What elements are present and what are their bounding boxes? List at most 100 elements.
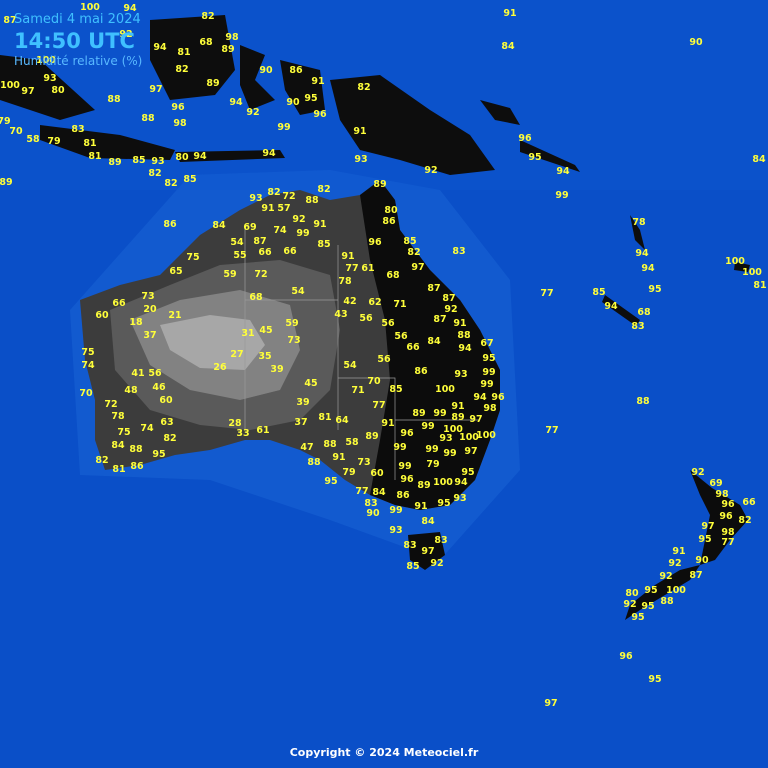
station-humidity-value: 71 [393,299,406,310]
station-humidity-value: 63 [160,417,173,428]
station-humidity-value: 96 [491,392,505,403]
copyright-label: Copyright © 2024 Meteociel.fr [289,746,479,759]
station-humidity-value: 94 [641,263,655,274]
station-humidity-value: 97 [464,446,477,457]
station-humidity-value: 60 [95,310,109,321]
station-humidity-value: 91 [313,219,326,230]
station-humidity-value: 99 [421,421,434,432]
station-humidity-value: 84 [752,154,766,165]
station-humidity-value: 58 [26,134,40,145]
station-humidity-value: 66 [112,298,126,309]
station-humidity-value: 83 [403,540,416,551]
station-humidity-value: 83 [71,124,84,135]
station-humidity-value: 79 [47,136,60,147]
station-humidity-value: 83 [631,321,644,332]
station-humidity-value: 89 [365,431,378,442]
station-humidity-value: 96 [719,511,733,522]
station-humidity-value: 91 [341,251,354,262]
station-humidity-value: 96 [171,102,185,113]
station-humidity-value: 54 [230,237,244,248]
station-humidity-value: 96 [518,133,532,144]
station-humidity-value: 95 [482,353,495,364]
station-humidity-value: 69 [243,222,256,233]
station-humidity-value: 96 [368,237,382,248]
station-humidity-value: 78 [338,276,352,287]
station-humidity-value: 47 [300,442,313,453]
station-humidity-value: 89 [451,412,464,423]
station-humidity-value: 94 [473,392,487,403]
station-humidity-value: 58 [345,437,359,448]
station-humidity-value: 94 [262,148,276,159]
station-humidity-value: 92 [691,467,704,478]
station-humidity-value: 93 [389,525,402,536]
station-humidity-value: 94 [635,248,649,259]
map-header: Samedi 4 mai 2024 14:50 UTC Humidité rel… [14,12,142,68]
station-humidity-value: 88 [107,94,121,105]
station-humidity-value: 86 [382,216,396,227]
station-humidity-value: 74 [81,360,95,371]
station-humidity-value: 46 [152,382,166,393]
station-humidity-value: 59 [285,318,298,329]
station-humidity-value: 97 [469,414,482,425]
station-humidity-value: 66 [742,497,756,508]
station-humidity-value: 77 [355,486,368,497]
station-humidity-value: 73 [141,291,154,302]
station-humidity-value: 91 [381,418,394,429]
station-humidity-value: 33 [236,428,249,439]
station-humidity-value: 99 [389,505,402,516]
station-humidity-value: 88 [636,396,650,407]
station-humidity-value: 97 [701,521,714,532]
station-humidity-value: 93 [43,73,56,84]
station-humidity-value: 66 [283,246,297,257]
station-humidity-value: 77 [345,263,358,274]
station-humidity-value: 95 [648,284,661,295]
station-humidity-value: 78 [111,411,125,422]
station-humidity-value: 91 [453,318,466,329]
station-humidity-value: 94 [454,477,468,488]
station-humidity-value: 84 [111,440,125,451]
station-humidity-value: 81 [112,464,125,475]
station-humidity-value: 100 [433,477,453,488]
station-humidity-value: 84 [427,336,441,347]
station-humidity-value: 61 [361,263,374,274]
station-humidity-value: 86 [414,366,428,377]
station-humidity-value: 98 [173,118,187,129]
station-humidity-value: 67 [480,338,493,349]
station-humidity-value: 42 [343,296,356,307]
station-humidity-value: 89 [0,177,13,188]
station-humidity-value: 64 [335,415,349,426]
station-humidity-value: 91 [414,501,427,512]
station-humidity-value: 68 [637,307,651,318]
station-humidity-value: 96 [619,651,633,662]
station-humidity-value: 87 [442,293,455,304]
station-humidity-value: 48 [124,385,138,396]
station-humidity-value: 56 [148,368,162,379]
station-humidity-value: 70 [79,388,93,399]
station-humidity-value: 82 [95,455,108,466]
station-humidity-value: 95 [648,674,661,685]
station-humidity-value: 85 [592,287,605,298]
station-humidity-value: 81 [177,47,190,58]
station-humidity-value: 45 [304,378,317,389]
station-humidity-value: 74 [273,225,287,236]
station-humidity-value: 99 [443,448,456,459]
station-humidity-value: 96 [313,109,327,120]
station-humidity-value: 75 [117,427,130,438]
station-humidity-value: 56 [359,313,373,324]
station-humidity-value: 92 [430,558,443,569]
station-humidity-value: 85 [403,236,416,247]
station-humidity-value: 81 [88,151,101,162]
station-humidity-value: 91 [672,546,685,557]
station-humidity-value: 82 [407,247,420,258]
station-humidity-value: 100 [435,384,455,395]
station-humidity-value: 45 [259,325,272,336]
humidity-map: 87100 9482 9192 988994 8168 84 909310082 90 8691… [0,0,768,768]
station-humidity-value: 80 [175,152,189,163]
station-humidity-value: 77 [540,288,553,299]
station-humidity-value: 97 [149,84,162,95]
station-humidity-value: 81 [753,280,766,291]
station-humidity-value: 91 [332,452,345,463]
station-humidity-value: 81 [83,138,96,149]
station-humidity-value: 82 [738,515,751,526]
station-humidity-value: 68 [249,292,263,303]
